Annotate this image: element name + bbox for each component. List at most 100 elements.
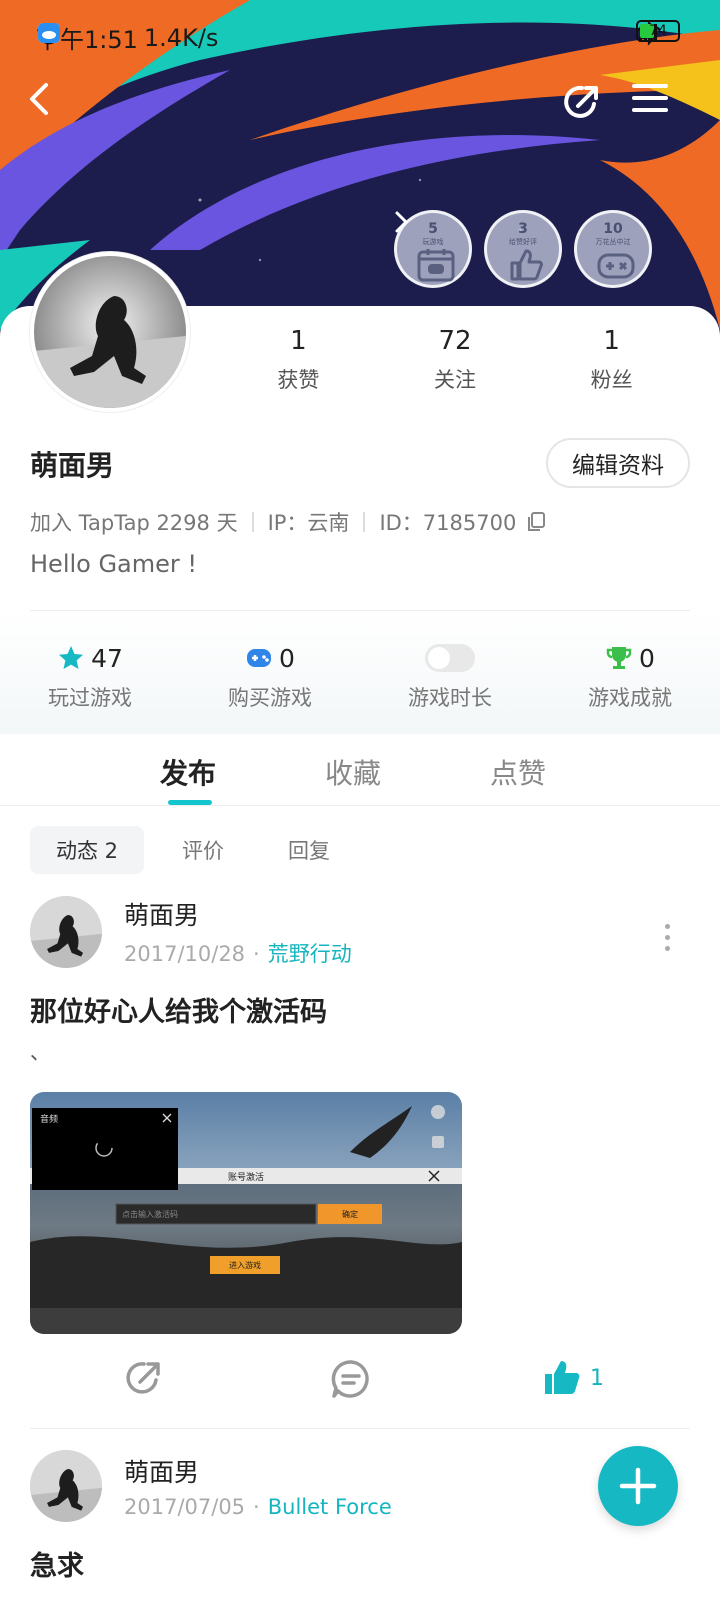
- profile-bio: Hello Gamer !: [30, 550, 198, 578]
- post-body: 、: [30, 1040, 50, 1064]
- tab-indicator: [168, 800, 212, 805]
- tab-posts[interactable]: 发布: [160, 752, 216, 792]
- badge-caption: 玩游戏: [422, 238, 444, 246]
- play-duration[interactable]: 游戏时长: [360, 612, 540, 734]
- stat-label: 关注: [434, 368, 476, 392]
- dialog-title: 账号激活: [228, 1171, 264, 1183]
- calendar-gamepad-icon: [417, 249, 455, 282]
- stat-likes[interactable]: 1 获赞: [220, 326, 377, 394]
- sub-tabs: 动态 2 评价 回复: [30, 826, 368, 874]
- profile-stats: 1 获赞 72 关注 1 粉丝: [220, 326, 690, 394]
- post-share-button[interactable]: [124, 1358, 164, 1398]
- dot-separator: ·: [253, 1495, 260, 1519]
- duration-label: 游戏时长: [408, 686, 492, 710]
- badge-item[interactable]: 3 给赞好评: [484, 210, 562, 288]
- divider: [30, 610, 690, 611]
- post-image[interactable]: 账号激活 点击输入激活码 确定 进入游戏 音频: [30, 1092, 462, 1334]
- divider: [30, 1428, 690, 1429]
- thumbs-up-icon: [510, 249, 543, 281]
- stat-following[interactable]: 72 关注: [377, 326, 534, 394]
- post-actions: 1: [0, 1350, 720, 1412]
- post-like-count: 1: [590, 1365, 604, 1391]
- avatar[interactable]: [30, 252, 190, 412]
- badge-caption: 给赞好评: [509, 238, 537, 246]
- status-bar: 下午1:51 1.4K/s 58 74: [0, 0, 720, 70]
- game-achievements[interactable]: 0 游戏成就: [540, 612, 720, 734]
- played-games[interactable]: 47 玩过游戏: [0, 612, 180, 734]
- stat-followers[interactable]: 1 粉丝: [533, 326, 690, 394]
- post-avatar[interactable]: [30, 896, 102, 968]
- battery-indicator: 74: [636, 20, 680, 42]
- post-title[interactable]: 急求: [30, 1544, 84, 1583]
- back-arrow-icon: [30, 83, 48, 115]
- profile-meta: 加入 TapTap 2298 天 IP：云南 ID：7185700: [30, 507, 546, 537]
- battery-level: 74: [649, 23, 667, 39]
- chevron-right-icon: [395, 211, 409, 233]
- duration-toggle[interactable]: [425, 644, 475, 672]
- achievements-label: 游戏成就: [588, 686, 672, 710]
- avatar-image: [30, 1450, 102, 1522]
- gamepad-icon: [247, 649, 272, 667]
- plus-icon: [619, 1467, 657, 1505]
- tab-favorites[interactable]: 收藏: [325, 752, 381, 792]
- badge-caption: 万花丛中过: [595, 238, 631, 246]
- post-author[interactable]: 萌面男: [124, 1453, 392, 1489]
- game-stats-bar: 47 玩过游戏 0 购买游戏 游戏时长 0 游戏成就: [0, 612, 720, 734]
- star-icon: [59, 646, 84, 669]
- achievements-count: 0: [639, 643, 655, 673]
- badge-count: 10: [603, 221, 623, 237]
- profile-name: 萌面男: [30, 449, 115, 482]
- badge-item[interactable]: 10 万花丛中过: [574, 210, 652, 288]
- post-date: 2017/07/05: [124, 1495, 246, 1519]
- stat-label: 粉丝: [590, 368, 633, 392]
- stat-value: 1: [603, 326, 620, 356]
- tab-likes[interactable]: 点赞: [490, 752, 546, 792]
- thumbs-up-icon: [545, 1361, 580, 1394]
- copy-icon[interactable]: [526, 511, 546, 533]
- post-header: 萌面男 2017/10/28 · 荒野行动: [30, 896, 352, 968]
- meta-separator: [363, 512, 366, 532]
- ip-location: IP：云南: [267, 511, 350, 535]
- post-game-link[interactable]: 荒野行动: [268, 942, 352, 966]
- share-icon: [564, 85, 598, 118]
- share-icon: [126, 1362, 160, 1394]
- post-title[interactable]: 那位好心人给我个激活码: [30, 990, 327, 1029]
- bought-count: 0: [279, 643, 295, 673]
- video-overlay-label: 音频: [40, 1113, 58, 1125]
- edit-profile-button[interactable]: 编辑资料: [546, 438, 690, 488]
- trophy-icon: [606, 647, 632, 669]
- post-game-link[interactable]: Bullet Force: [268, 1495, 392, 1519]
- post-author[interactable]: 萌面男: [124, 896, 352, 932]
- comment-icon: [331, 1360, 369, 1398]
- stat-value: 1: [290, 326, 307, 356]
- game-screenshot: 账号激活 点击输入激活码 确定 进入游戏 音频: [30, 1092, 462, 1334]
- post-avatar[interactable]: [30, 1450, 102, 1522]
- subtab-moments[interactable]: 动态 2: [30, 826, 145, 874]
- user-id: ID：7185700: [379, 511, 517, 535]
- badge-row: 5 玩游戏 3 给赞好评 10 万花丛中过: [394, 210, 668, 288]
- menu-button[interactable]: [632, 82, 680, 130]
- avatar-image: [30, 896, 102, 968]
- subtab-reviews[interactable]: 评价: [156, 826, 250, 874]
- bought-games[interactable]: 0 购买游戏: [180, 612, 360, 734]
- enter-game-label: 进入游戏: [229, 1260, 261, 1270]
- post-more-button[interactable]: [665, 924, 670, 951]
- subtab-replies[interactable]: 回复: [262, 826, 356, 874]
- stat-value: 72: [438, 326, 472, 356]
- status-net-speed: 1.4K/s: [143, 23, 219, 52]
- played-label: 玩过游戏: [48, 686, 132, 710]
- post-like-button[interactable]: 1: [542, 1358, 604, 1398]
- menu-icon: [632, 84, 668, 112]
- post-comment-button[interactable]: [330, 1358, 372, 1400]
- create-post-button[interactable]: [598, 1446, 678, 1526]
- bought-label: 购买游戏: [228, 686, 312, 710]
- stat-label: 获赞: [277, 368, 320, 392]
- share-button[interactable]: [562, 82, 610, 130]
- back-button[interactable]: [24, 82, 72, 130]
- post-date: 2017/10/28: [124, 942, 246, 966]
- content-tabs: 发布 收藏 点赞: [0, 734, 720, 806]
- played-count: 47: [91, 643, 123, 673]
- post-header: 萌面男 2017/07/05 · Bullet Force: [30, 1450, 392, 1522]
- dot-separator: ·: [253, 942, 260, 966]
- avatar-image: [34, 256, 186, 408]
